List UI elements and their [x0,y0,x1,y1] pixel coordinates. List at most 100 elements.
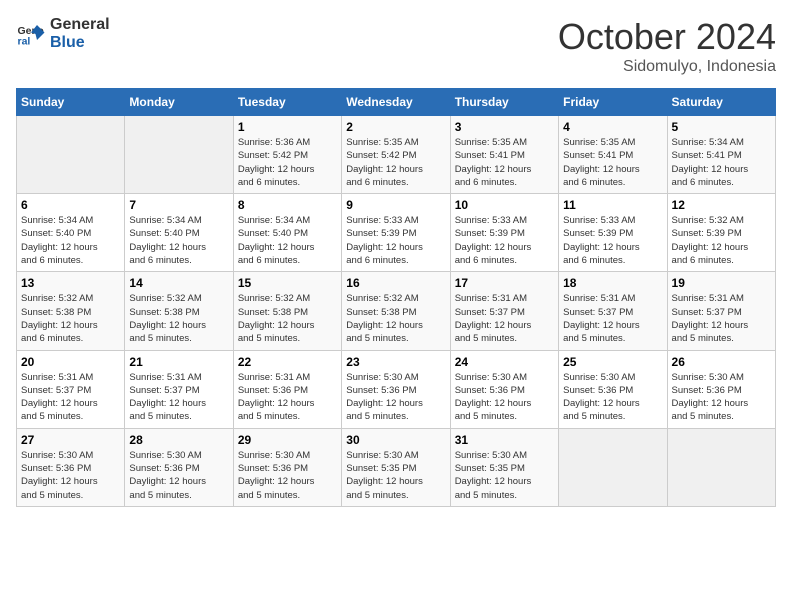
calendar-cell: 8 Sunrise: 5:34 AM Sunset: 5:40 PM Daylig… [233,194,341,272]
calendar-cell: 16Sunrise: 5:32 AM Sunset: 5:38 PM Dayli… [342,272,450,350]
day-number: 18 [563,276,662,290]
calendar-cell: 10 Sunrise: 5:33 AM Sunset: 5:39 PM Dayli… [450,194,558,272]
day-number: 25 [563,355,662,369]
calendar-week-4: 20 Sunrise: 5:31 AM Sunset: 5:37 PM Dayli… [17,350,776,428]
calendar-cell: 25 Sunrise: 5:30 AM Sunset: 5:36 PM Dayli… [559,350,667,428]
day-number: 20 [21,355,120,369]
day-number: 1 [238,120,337,134]
weekday-header-friday: Friday [559,89,667,116]
day-number: 11 [563,198,662,212]
day-number: 28 [129,433,228,447]
day-info: Sunrise: 5:36 AM Sunset: 5:42 PM Dayligh… [238,136,337,189]
day-number: 29 [238,433,337,447]
day-number: 15 [238,276,337,290]
calendar-cell: 17 Sunrise: 5:31 AM Sunset: 5:37 PM Dayli… [450,272,558,350]
day-info: Sunrise: 5:33 AM Sunset: 5:39 PM Dayligh… [455,214,554,267]
day-info: Sunrise: 5:34 AM Sunset: 5:40 PM Dayligh… [238,214,337,267]
weekday-header-tuesday: Tuesday [233,89,341,116]
day-info: Sunrise: 5:32 AM Sunset: 5:38 PM Dayligh… [238,292,337,345]
calendar-cell: 7 Sunrise: 5:34 AM Sunset: 5:40 PM Daylig… [125,194,233,272]
day-info: Sunrise: 5:34 AM Sunset: 5:40 PM Dayligh… [21,214,120,267]
day-number: 10 [455,198,554,212]
calendar-cell: 13 Sunrise: 5:32 AM Sunset: 5:38 PM Dayli… [17,272,125,350]
calendar-table: SundayMondayTuesdayWednesdayThursdayFrid… [16,88,776,507]
calendar-cell: 1 Sunrise: 5:36 AM Sunset: 5:42 PM Daylig… [233,116,341,194]
calendar-cell [125,116,233,194]
day-info: Sunrise: 5:30 AM Sunset: 5:36 PM Dayligh… [21,449,120,502]
day-number: 5 [672,120,771,134]
subtitle: Sidomulyo, Indonesia [558,58,776,76]
logo-line1: General [50,16,110,34]
day-info: Sunrise: 5:34 AM Sunset: 5:40 PM Dayligh… [129,214,228,267]
calendar-cell: 11Sunrise: 5:33 AM Sunset: 5:39 PM Dayli… [559,194,667,272]
day-number: 23 [346,355,445,369]
day-number: 22 [238,355,337,369]
header: Gene ral General Blue October 2024 Sidom… [16,16,776,76]
weekday-header-row: SundayMondayTuesdayWednesdayThursdayFrid… [17,89,776,116]
day-info: Sunrise: 5:30 AM Sunset: 5:36 PM Dayligh… [129,449,228,502]
day-number: 31 [455,433,554,447]
calendar-cell: 21Sunrise: 5:31 AM Sunset: 5:37 PM Dayli… [125,350,233,428]
calendar-cell: 15 Sunrise: 5:32 AM Sunset: 5:38 PM Dayli… [233,272,341,350]
calendar-cell [17,116,125,194]
day-info: Sunrise: 5:35 AM Sunset: 5:41 PM Dayligh… [563,136,662,189]
day-number: 9 [346,198,445,212]
day-info: Sunrise: 5:31 AM Sunset: 5:37 PM Dayligh… [563,292,662,345]
day-info: Sunrise: 5:31 AM Sunset: 5:37 PM Dayligh… [21,371,120,424]
day-number: 24 [455,355,554,369]
day-info: Sunrise: 5:34 AM Sunset: 5:41 PM Dayligh… [672,136,771,189]
calendar-cell: 3Sunrise: 5:35 AM Sunset: 5:41 PM Daylig… [450,116,558,194]
day-number: 6 [21,198,120,212]
calendar-cell: 27 Sunrise: 5:30 AM Sunset: 5:36 PM Dayli… [17,428,125,506]
day-info: Sunrise: 5:31 AM Sunset: 5:37 PM Dayligh… [455,292,554,345]
day-info: Sunrise: 5:30 AM Sunset: 5:35 PM Dayligh… [346,449,445,502]
calendar-cell: 30 Sunrise: 5:30 AM Sunset: 5:35 PM Dayli… [342,428,450,506]
logo: Gene ral General Blue [16,16,110,51]
day-info: Sunrise: 5:30 AM Sunset: 5:36 PM Dayligh… [238,449,337,502]
calendar-cell: 14Sunrise: 5:32 AM Sunset: 5:38 PM Dayli… [125,272,233,350]
day-number: 4 [563,120,662,134]
day-info: Sunrise: 5:32 AM Sunset: 5:38 PM Dayligh… [21,292,120,345]
logo-line2: Blue [50,34,110,52]
day-number: 8 [238,198,337,212]
day-info: Sunrise: 5:32 AM Sunset: 5:39 PM Dayligh… [672,214,771,267]
weekday-header-monday: Monday [125,89,233,116]
calendar-cell: 28 Sunrise: 5:30 AM Sunset: 5:36 PM Dayli… [125,428,233,506]
day-info: Sunrise: 5:35 AM Sunset: 5:41 PM Dayligh… [455,136,554,189]
day-number: 16 [346,276,445,290]
day-info: Sunrise: 5:35 AM Sunset: 5:42 PM Dayligh… [346,136,445,189]
month-title: October 2024 [558,16,776,58]
calendar-cell: 26Sunrise: 5:30 AM Sunset: 5:36 PM Dayli… [667,350,775,428]
calendar-cell: 18 Sunrise: 5:31 AM Sunset: 5:37 PM Dayli… [559,272,667,350]
day-info: Sunrise: 5:30 AM Sunset: 5:36 PM Dayligh… [563,371,662,424]
calendar-week-2: 6 Sunrise: 5:34 AM Sunset: 5:40 PM Daylig… [17,194,776,272]
day-number: 19 [672,276,771,290]
calendar-cell: 23Sunrise: 5:30 AM Sunset: 5:36 PM Dayli… [342,350,450,428]
day-number: 26 [672,355,771,369]
calendar-cell: 12 Sunrise: 5:32 AM Sunset: 5:39 PM Dayli… [667,194,775,272]
calendar-cell: 5 Sunrise: 5:34 AM Sunset: 5:41 PM Daylig… [667,116,775,194]
logo-icon: Gene ral [16,19,46,49]
day-info: Sunrise: 5:31 AM Sunset: 5:37 PM Dayligh… [129,371,228,424]
weekday-header-thursday: Thursday [450,89,558,116]
calendar-cell: 4 Sunrise: 5:35 AM Sunset: 5:41 PM Daylig… [559,116,667,194]
calendar-cell: 29 Sunrise: 5:30 AM Sunset: 5:36 PM Dayli… [233,428,341,506]
day-number: 2 [346,120,445,134]
day-info: Sunrise: 5:33 AM Sunset: 5:39 PM Dayligh… [346,214,445,267]
day-number: 12 [672,198,771,212]
calendar-cell: 20 Sunrise: 5:31 AM Sunset: 5:37 PM Dayli… [17,350,125,428]
calendar-week-5: 27 Sunrise: 5:30 AM Sunset: 5:36 PM Dayli… [17,428,776,506]
calendar-cell: 2 Sunrise: 5:35 AM Sunset: 5:42 PM Daylig… [342,116,450,194]
calendar-cell: 19Sunrise: 5:31 AM Sunset: 5:37 PM Dayli… [667,272,775,350]
day-number: 14 [129,276,228,290]
calendar-cell: 22Sunrise: 5:31 AM Sunset: 5:36 PM Dayli… [233,350,341,428]
day-info: Sunrise: 5:30 AM Sunset: 5:35 PM Dayligh… [455,449,554,502]
day-number: 13 [21,276,120,290]
svg-text:ral: ral [18,35,31,47]
day-number: 27 [21,433,120,447]
calendar-cell: 31 Sunrise: 5:30 AM Sunset: 5:35 PM Dayli… [450,428,558,506]
day-number: 7 [129,198,228,212]
day-number: 17 [455,276,554,290]
weekday-header-saturday: Saturday [667,89,775,116]
day-number: 30 [346,433,445,447]
